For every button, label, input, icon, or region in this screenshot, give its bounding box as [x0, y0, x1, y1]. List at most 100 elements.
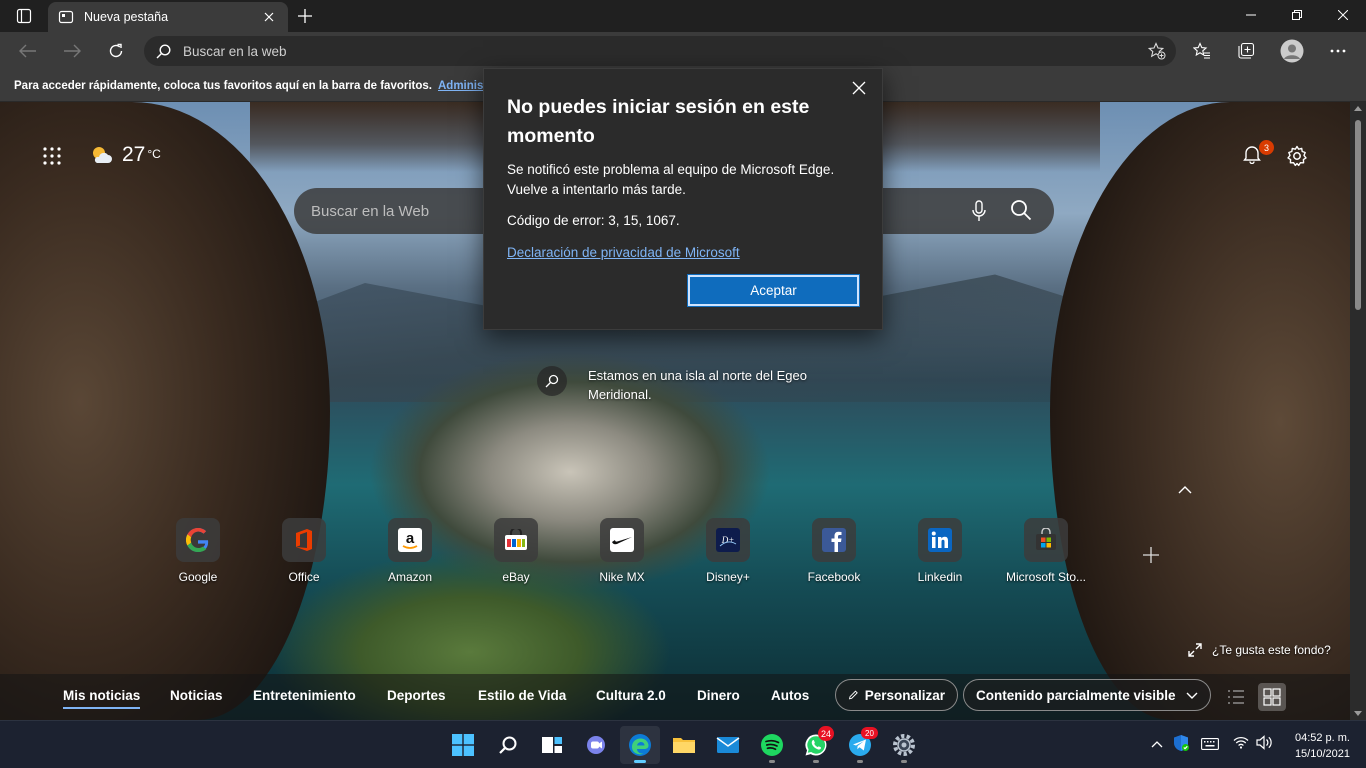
quick-link-microsoft-store[interactable]: Microsoft Sto... [993, 518, 1099, 584]
list-view-button[interactable] [1222, 683, 1250, 711]
settings-app-button[interactable] [884, 726, 924, 764]
news-tab-autos[interactable]: Autos [771, 688, 809, 703]
app-launcher-icon[interactable] [42, 146, 64, 168]
search-icon [156, 43, 171, 58]
tab-new-tab[interactable]: Nueva pestaña [48, 2, 288, 32]
show-hidden-icons-chevron-icon[interactable] [1151, 735, 1163, 753]
refresh-button[interactable] [101, 36, 131, 66]
address-bar[interactable]: Buscar en la web [144, 36, 1176, 66]
address-bar-placeholder: Buscar en la web [183, 43, 287, 59]
sign-in-error-dialog: No puedes iniciar sesión en este momento… [483, 68, 883, 330]
restore-icon [1292, 10, 1302, 20]
taskbar-edge-button[interactable] [620, 726, 660, 764]
svg-text:a: a [406, 530, 415, 547]
mail-button[interactable] [708, 726, 748, 764]
system-clock[interactable]: 04:52 p. m. 15/10/2021 [1284, 730, 1350, 762]
file-explorer-button[interactable] [664, 726, 704, 764]
chevron-up-icon[interactable] [1178, 481, 1192, 499]
running-app-indicator [813, 760, 819, 763]
news-tab-estilo-de-vida[interactable]: Estilo de Vida [478, 688, 566, 703]
search-submit-icon[interactable] [1010, 199, 1032, 226]
whatsapp-unread-badge: 24 [818, 726, 834, 741]
facebook-icon [812, 518, 856, 562]
back-button[interactable] [13, 36, 43, 66]
quick-link-ebay[interactable]: eBay [463, 518, 569, 584]
start-button[interactable] [443, 726, 483, 764]
weather-unit: °C [147, 147, 161, 161]
restore-button[interactable] [1274, 0, 1320, 30]
scrollbar-thumb[interactable] [1355, 120, 1361, 310]
news-tab-cultura[interactable]: Cultura 2.0 [596, 688, 666, 703]
running-app-indicator [857, 760, 863, 763]
page-scrollbar[interactable] [1350, 102, 1366, 720]
favorites-button[interactable] [1187, 36, 1217, 66]
microphone-icon[interactable] [972, 200, 986, 227]
news-tab-deportes[interactable]: Deportes [387, 688, 446, 703]
personalize-button[interactable]: Personalizar [835, 679, 958, 711]
search-icon [499, 736, 517, 754]
weather-widget[interactable]: 27 °C [90, 143, 161, 167]
taskbar-search-button[interactable] [488, 726, 528, 764]
refresh-icon [109, 43, 123, 58]
teams-chat-button[interactable] [576, 726, 616, 764]
settings-more-button[interactable] [1323, 36, 1353, 66]
scroll-down-icon[interactable] [1354, 711, 1362, 716]
more-horizontal-icon [1330, 49, 1346, 53]
profile-button[interactable] [1277, 36, 1307, 66]
quick-link-disney-plus[interactable]: D+ Disney+ [675, 518, 781, 584]
minimize-button[interactable] [1228, 0, 1274, 30]
manage-favorites-link[interactable]: Administ [438, 80, 487, 92]
amazon-icon: a [388, 518, 432, 562]
dialog-title: No puedes iniciar sesión en este momento [507, 96, 810, 147]
scroll-up-icon[interactable] [1354, 106, 1362, 111]
background-feedback-label: ¿Te gusta este fondo? [1212, 643, 1331, 657]
add-site-plus-icon[interactable] [1141, 545, 1161, 565]
chevron-down-icon [1186, 692, 1198, 699]
news-tab-noticias[interactable]: Noticias [170, 688, 223, 703]
close-window-button[interactable] [1320, 0, 1366, 30]
quick-link-label: Disney+ [706, 570, 750, 584]
task-view-button[interactable] [532, 726, 572, 764]
background-feedback[interactable]: ¿Te gusta este fondo? [1188, 643, 1331, 657]
quick-link-nike-mx[interactable]: Nike MX [569, 518, 675, 584]
quick-link-amazon[interactable]: a Amazon [357, 518, 463, 584]
news-tab-dinero[interactable]: Dinero [697, 688, 740, 703]
collections-button[interactable] [1231, 36, 1261, 66]
quick-link-label: Linkedin [917, 570, 963, 584]
running-app-indicator [769, 760, 775, 763]
quick-link-facebook[interactable]: Facebook [781, 518, 887, 584]
background-image-info[interactable]: Estamos en una isla al norte del Egeo Me… [537, 366, 838, 404]
microsoft-store-icon [1024, 518, 1068, 562]
wifi-icon[interactable] [1233, 736, 1249, 754]
notifications-bell-icon[interactable]: 3 [1242, 140, 1274, 166]
linkedin-icon [918, 518, 962, 562]
background-image-caption: Estamos en una isla al norte del Egeo Me… [588, 368, 807, 402]
forward-button[interactable] [57, 36, 87, 66]
telegram-button[interactable]: 20 [840, 726, 880, 764]
quick-link-linkedin[interactable]: Linkedin [887, 518, 993, 584]
privacy-statement-link[interactable]: Declaración de privacidad de Microsoft [507, 245, 740, 260]
grid-view-button[interactable] [1258, 683, 1286, 711]
add-favorite-icon[interactable] [1147, 42, 1166, 65]
close-dialog-icon[interactable] [852, 81, 870, 99]
security-shield-icon[interactable] [1173, 734, 1189, 757]
keyboard-icon[interactable] [1201, 737, 1219, 755]
content-visibility-dropdown[interactable]: Contenido parcialmente visible [963, 679, 1211, 711]
settings-gear-icon [893, 734, 915, 756]
close-tab-icon[interactable] [260, 8, 278, 26]
quick-link-office[interactable]: Office [251, 518, 357, 584]
news-tab-mis-noticias[interactable]: Mis noticias [63, 688, 141, 709]
news-tab-entretenimiento[interactable]: Entretenimiento [253, 688, 356, 703]
dialog-message: Se notificó este problema al equipo de M… [507, 162, 835, 197]
disney-icon: D+ [706, 518, 750, 562]
visual-search-icon[interactable] [537, 366, 567, 396]
volume-icon[interactable] [1256, 735, 1273, 755]
accept-button[interactable]: Aceptar [687, 274, 860, 307]
tab-actions-icon[interactable] [8, 4, 40, 28]
spotify-button[interactable] [752, 726, 792, 764]
whatsapp-button[interactable]: 24 [796, 726, 836, 764]
page-settings-gear-icon[interactable] [1286, 145, 1308, 167]
new-tab-button[interactable] [292, 4, 318, 28]
windows-logo-icon [452, 734, 474, 756]
quick-link-google[interactable]: Google [145, 518, 251, 584]
